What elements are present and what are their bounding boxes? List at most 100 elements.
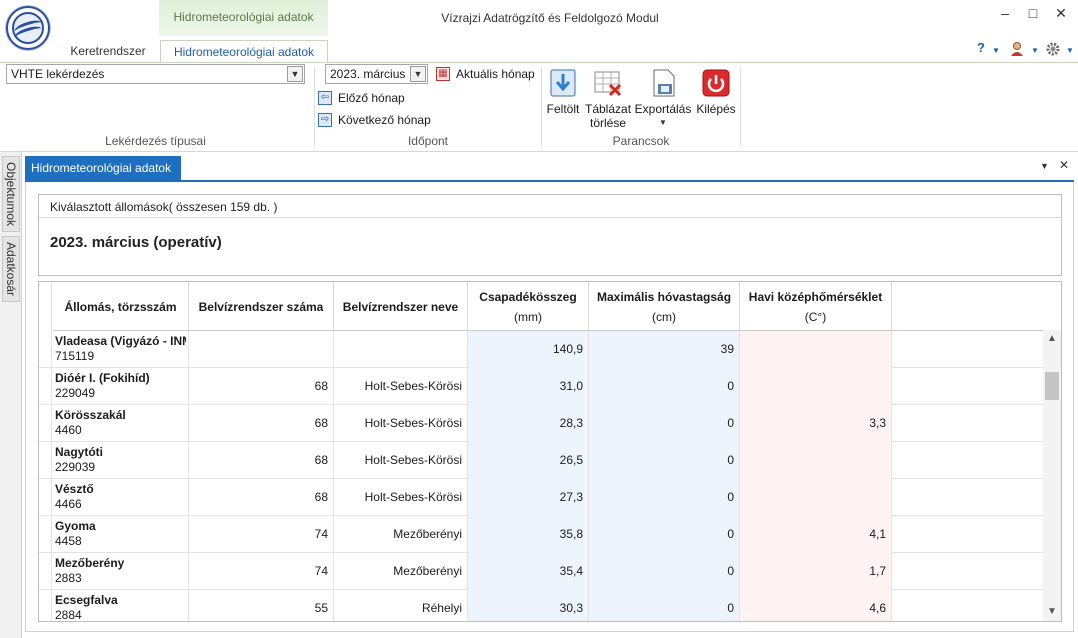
- table-row[interactable]: Vésztő 4466 68 Holt-Sebes-Körösi 27,3 0: [39, 479, 1043, 516]
- prev-month-button[interactable]: ⇦ Előző hónap: [316, 88, 426, 108]
- cell-station[interactable]: Mezőberény 2883: [53, 553, 189, 590]
- cell-station[interactable]: Nagytóti 229039: [53, 442, 189, 479]
- col-header-snow[interactable]: Maximális hóvastagság (cm): [589, 282, 740, 331]
- cell-station[interactable]: Vladeasa (Vigyázó - INM 715119: [53, 331, 189, 368]
- cell-precip[interactable]: 26,5: [468, 442, 589, 479]
- info-box: Kiválasztott állomások( összesen 159 db.…: [38, 194, 1062, 276]
- col-header-system-no[interactable]: Belvízrendszer száma: [189, 282, 334, 331]
- col-header-station[interactable]: Állomás, törzsszám: [53, 282, 189, 331]
- vertical-scrollbar[interactable]: ▲ ▼: [1043, 330, 1061, 621]
- cell-station[interactable]: Gyoma 4458: [53, 516, 189, 553]
- station-code: 4460: [55, 423, 82, 437]
- cell-snow[interactable]: 0: [589, 368, 740, 405]
- month-select[interactable]: 2023. március ▼: [325, 64, 428, 84]
- export-button[interactable]: Exportálás ▼: [634, 66, 692, 132]
- table-row[interactable]: Mezőberény 2883 74 Mezőberényi 35,4 0 1,7: [39, 553, 1043, 590]
- cell-system-no[interactable]: 68: [189, 405, 334, 442]
- cell-temp[interactable]: 1,7: [740, 553, 892, 590]
- table-row[interactable]: Ecsegfalva 2884 55 Réhelyi 30,3 0 4,6: [39, 590, 1043, 621]
- maximize-button[interactable]: □: [1021, 4, 1045, 22]
- cell-system-no[interactable]: 68: [189, 479, 334, 516]
- cell-precip[interactable]: 140,9: [468, 331, 589, 368]
- cell-snow[interactable]: 0: [589, 405, 740, 442]
- cell-snow[interactable]: 39: [589, 331, 740, 368]
- cell-station[interactable]: Vésztő 4466: [53, 479, 189, 516]
- table-row[interactable]: Gyoma 4458 74 Mezőberényi 35,8 0 4,1: [39, 516, 1043, 553]
- chevron-down-icon[interactable]: ▼: [410, 66, 426, 82]
- cell-system-no[interactable]: [189, 331, 334, 368]
- cell-snow[interactable]: 0: [589, 553, 740, 590]
- cell-station[interactable]: Ecsegfalva 2884: [53, 590, 189, 621]
- cell-precip[interactable]: 28,3: [468, 405, 589, 442]
- cell-precip[interactable]: 27,3: [468, 479, 589, 516]
- cell-snow[interactable]: 0: [589, 590, 740, 621]
- cell-temp[interactable]: 3,3: [740, 405, 892, 442]
- doc-close-icon[interactable]: ✕: [1059, 158, 1069, 172]
- data-grid[interactable]: Állomás, törzsszám Belvízrendszer száma …: [38, 281, 1062, 622]
- settings-icon[interactable]: [1045, 41, 1061, 61]
- side-tab-objektumok[interactable]: Objektumok: [2, 156, 20, 232]
- arrow-right-icon: ⇨: [318, 113, 332, 127]
- table-row[interactable]: Körösszakál 4460 68 Holt-Sebes-Körösi 28,3 0 3…: [39, 405, 1043, 442]
- cell-system-name[interactable]: Mezőberényi: [334, 553, 468, 590]
- minimize-button[interactable]: –: [993, 4, 1017, 22]
- cell-snow[interactable]: 0: [589, 442, 740, 479]
- cell-temp[interactable]: [740, 442, 892, 479]
- cell-system-no[interactable]: 68: [189, 442, 334, 479]
- current-month-button[interactable]: ▦ Aktuális hónap: [434, 64, 538, 84]
- app-logo-icon[interactable]: [6, 6, 50, 50]
- side-tab-adatkosar[interactable]: Adatkosár: [2, 236, 20, 302]
- cell-temp[interactable]: [740, 479, 892, 516]
- cell-system-name[interactable]: Holt-Sebes-Körösi: [334, 479, 468, 516]
- doc-tab-label: Hidrometeorológiai adatok: [31, 161, 172, 175]
- station-code: 2883: [55, 571, 82, 585]
- tab-hidrometeorologiai-adatok[interactable]: Hidrometeorológiai adatok: [160, 40, 328, 62]
- clear-table-button[interactable]: Táblázat törlése: [585, 66, 631, 132]
- cell-temp[interactable]: 4,1: [740, 516, 892, 553]
- cell-system-no[interactable]: 74: [189, 516, 334, 553]
- scroll-up-icon[interactable]: ▲: [1043, 331, 1061, 347]
- cell-temp[interactable]: 4,6: [740, 590, 892, 621]
- upload-button[interactable]: Feltölt: [543, 66, 583, 132]
- cell-precip[interactable]: 35,4: [468, 553, 589, 590]
- scroll-down-icon[interactable]: ▼: [1043, 604, 1061, 620]
- col-header-filler: [892, 282, 1061, 331]
- cell-system-no[interactable]: 74: [189, 553, 334, 590]
- cell-snow[interactable]: 0: [589, 479, 740, 516]
- cell-system-name[interactable]: Holt-Sebes-Körösi: [334, 442, 468, 479]
- table-row[interactable]: Vladeasa (Vigyázó - INM 715119 140,9 39: [39, 331, 1043, 368]
- exit-button[interactable]: Kilépés: [694, 66, 738, 132]
- col-header-system-name[interactable]: Belvízrendszer neve: [334, 282, 468, 331]
- cell-system-no[interactable]: 68: [189, 368, 334, 405]
- help-icon[interactable]: ?: [977, 40, 985, 60]
- doc-tab-hidrometeorologiai[interactable]: Hidrometeorológiai adatok: [25, 156, 181, 180]
- next-month-button[interactable]: ⇨ Következő hónap: [316, 110, 440, 130]
- scroll-thumb[interactable]: [1045, 372, 1059, 400]
- cell-system-name[interactable]: Holt-Sebes-Körösi: [334, 368, 468, 405]
- cell-temp[interactable]: [740, 331, 892, 368]
- cell-snow[interactable]: 0: [589, 516, 740, 553]
- next-month-label: Következő hónap: [338, 113, 431, 127]
- cell-system-name[interactable]: Réhelyi: [334, 590, 468, 621]
- col-header-precip[interactable]: Csapadékösszeg (mm): [468, 282, 589, 331]
- cell-precip[interactable]: 31,0: [468, 368, 589, 405]
- cell-station[interactable]: Dióér I. (Fokihíd) 229049: [53, 368, 189, 405]
- cell-station[interactable]: Körösszakál 4460: [53, 405, 189, 442]
- cell-precip[interactable]: 30,3: [468, 590, 589, 621]
- close-button[interactable]: ✕: [1049, 4, 1073, 22]
- doc-menu-dropdown-icon[interactable]: ▼: [1040, 161, 1049, 171]
- table-row[interactable]: Nagytóti 229039 68 Holt-Sebes-Körösi 26,5 0: [39, 442, 1043, 479]
- cell-system-name[interactable]: Mezőberényi: [334, 516, 468, 553]
- tab-keretrendszer[interactable]: Keretrendszer: [62, 40, 154, 62]
- export-dropdown-icon[interactable]: ▼: [634, 116, 692, 130]
- cell-system-no[interactable]: 55: [189, 590, 334, 621]
- user-icon[interactable]: [1009, 41, 1025, 61]
- query-type-select[interactable]: VHTE lekérdezés ▼: [6, 64, 305, 84]
- cell-system-name[interactable]: [334, 331, 468, 368]
- cell-precip[interactable]: 35,8: [468, 516, 589, 553]
- chevron-down-icon[interactable]: ▼: [287, 66, 303, 82]
- col-header-temp[interactable]: Havi középhőmérséklet (C°): [740, 282, 892, 331]
- table-row[interactable]: Dióér I. (Fokihíd) 229049 68 Holt-Sebes-Kör…: [39, 368, 1043, 405]
- cell-system-name[interactable]: Holt-Sebes-Körösi: [334, 405, 468, 442]
- cell-temp[interactable]: [740, 368, 892, 405]
